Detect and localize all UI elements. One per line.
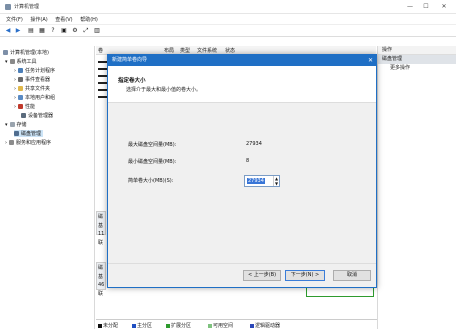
min-size-value: 8 [246,158,250,164]
volume-row[interactable] [98,82,107,84]
computer-icon [3,50,8,55]
actions-disk-management[interactable]: 磁盘管理 [378,55,456,64]
tree-device-manager[interactable]: 设备管理器 [21,112,53,119]
volume-row[interactable] [98,96,107,98]
free-space-partition[interactable] [306,287,374,297]
volume-row[interactable] [98,75,107,77]
volume-size-input[interactable]: 27934 [247,178,265,184]
tree-shared-folders[interactable]: › 共享文件夹 [14,85,50,92]
menu-view[interactable]: 查看(V) [55,16,72,23]
back-arrow-icon[interactable]: ◀ [4,27,12,35]
dialog-close-icon[interactable]: ✕ [368,55,373,66]
maximize-button[interactable]: ☐ [420,2,432,11]
forward-arrow-icon[interactable]: ▶ [14,27,22,35]
volume-row[interactable] [98,61,107,63]
close-button[interactable]: ✕ [438,2,450,11]
menu-bar: 文件(F) 操作(A) 查看(V) 帮助(H) [0,14,456,25]
performance-icon [18,104,23,109]
dialog-body: 最大磁盘空间量(MB): 27934 最小磁盘空间量(MB): 8 简单卷大小(… [108,103,376,263]
volume-row[interactable] [98,68,107,70]
primary-swatch [132,324,136,328]
title-bar: 计算机管理 — ☐ ✕ [0,0,456,14]
new-simple-volume-wizard: 新建简单卷向导 ✕ 指定卷大小 选择介于最大和最小值的卷大小。 最大磁盘空间量(… [107,54,377,288]
list-icon[interactable]: ▦ [38,27,46,35]
tree-root[interactable]: 计算机管理(本地) [3,49,49,56]
navigation-tree: 计算机管理(本地) ▾ 系统工具 › 任务计划程序 › 事件查看器 › 共享文件夹 › 本… [0,46,95,329]
toolbar: ◀ ▶ ▤ ▦ ? ▣ ⚙ ⤢ ▥ [0,25,456,37]
unallocated-swatch [98,324,102,328]
users-icon [18,95,23,100]
legend-free: 可用空间 [208,322,233,329]
dialog-header: 指定卷大小 选择介于最大和最小值的卷大小。 [108,66,376,103]
computer-management-icon [5,4,11,10]
volume-size-spinner[interactable]: 27934 ▲ ▼ [244,175,280,187]
volume-size-label: 简单卷大小(MB)(S): [128,178,174,184]
actions-more[interactable]: 更多操作 [378,64,456,73]
device-manager-icon [21,113,26,118]
menu-help[interactable]: 帮助(H) [80,16,98,23]
spin-down-icon[interactable]: ▼ [273,181,279,186]
legend-unallocated: 未分配 [98,322,118,329]
column-volume[interactable]: 卷 [98,47,103,54]
tools-icon [9,59,15,64]
tree-disk-management[interactable]: 磁盘管理 [14,130,44,137]
max-size-label: 最大磁盘空间量(MB): [128,142,177,148]
storage-icon [9,122,15,127]
disk-icon [14,131,19,136]
disk-legend: 未分配 主分区 扩展分区 可用空间 逻辑驱动器 [96,319,378,329]
cancel-button[interactable]: 取消 [333,270,371,281]
window-title: 计算机管理 [14,4,40,10]
column-filesystem[interactable]: 文件系统 [197,47,217,54]
tree-local-users[interactable]: › 本地用户和组 [14,94,55,101]
view-icon[interactable]: ▣ [60,27,68,35]
min-size-label: 最小磁盘空间量(MB): [128,159,177,165]
volume-row[interactable] [98,89,107,91]
menu-action[interactable]: 操作(A) [30,16,47,23]
minimize-button[interactable]: — [404,2,416,11]
legend-logical: 逻辑驱动器 [250,322,280,329]
legend-extended: 扩展分区 [166,322,191,329]
show-tree-icon[interactable]: ▤ [27,27,35,35]
actions-pane: 操作 磁盘管理 更多操作 [377,46,456,329]
dialog-title: 新建简单卷向导 [108,55,376,66]
tree-system-tools[interactable]: ▾ 系统工具 [5,58,37,65]
back-button[interactable]: < 上一步(B) [243,270,281,281]
extended-swatch [166,324,170,328]
disk-1-card[interactable]: 磁 基 11 联 [96,211,106,246]
scheduler-icon [18,68,23,73]
tree-storage[interactable]: ▾ 存储 [5,121,27,128]
dialog-subheading: 选择介于最大和最小值的卷大小。 [126,87,202,93]
actions-header: 操作 [378,46,456,55]
event-viewer-icon [18,77,23,82]
column-layout[interactable]: 布局 [164,47,174,54]
folder-icon [18,86,23,91]
legend-primary: 主分区 [132,322,152,329]
column-type[interactable]: 类型 [180,47,190,54]
tree-services[interactable]: › 服务和应用程序 [5,139,51,146]
dialog-heading: 指定卷大小 [118,78,146,84]
menu-file[interactable]: 文件(F) [6,16,23,23]
tree-event-viewer[interactable]: › 事件查看器 [14,76,50,83]
dialog-footer: < 上一步(B) 下一步(N) > 取消 [108,263,376,287]
disk-2-card[interactable]: 磁 基 46 联 [96,262,106,297]
tree-performance[interactable]: › 性能 [14,103,35,110]
free-swatch [208,324,212,328]
panel-icon[interactable]: ▥ [93,27,101,35]
logical-swatch [250,324,254,328]
help-icon[interactable]: ? [49,27,57,35]
properties-icon[interactable]: ⚙ [71,27,79,35]
max-size-value: 27934 [246,141,262,147]
column-status[interactable]: 状态 [225,47,235,54]
expand-icon[interactable]: ⤢ [82,27,90,35]
next-button[interactable]: 下一步(N) > [285,270,325,281]
services-icon [9,140,14,145]
tree-task-scheduler[interactable]: › 任务计划程序 [14,67,55,74]
